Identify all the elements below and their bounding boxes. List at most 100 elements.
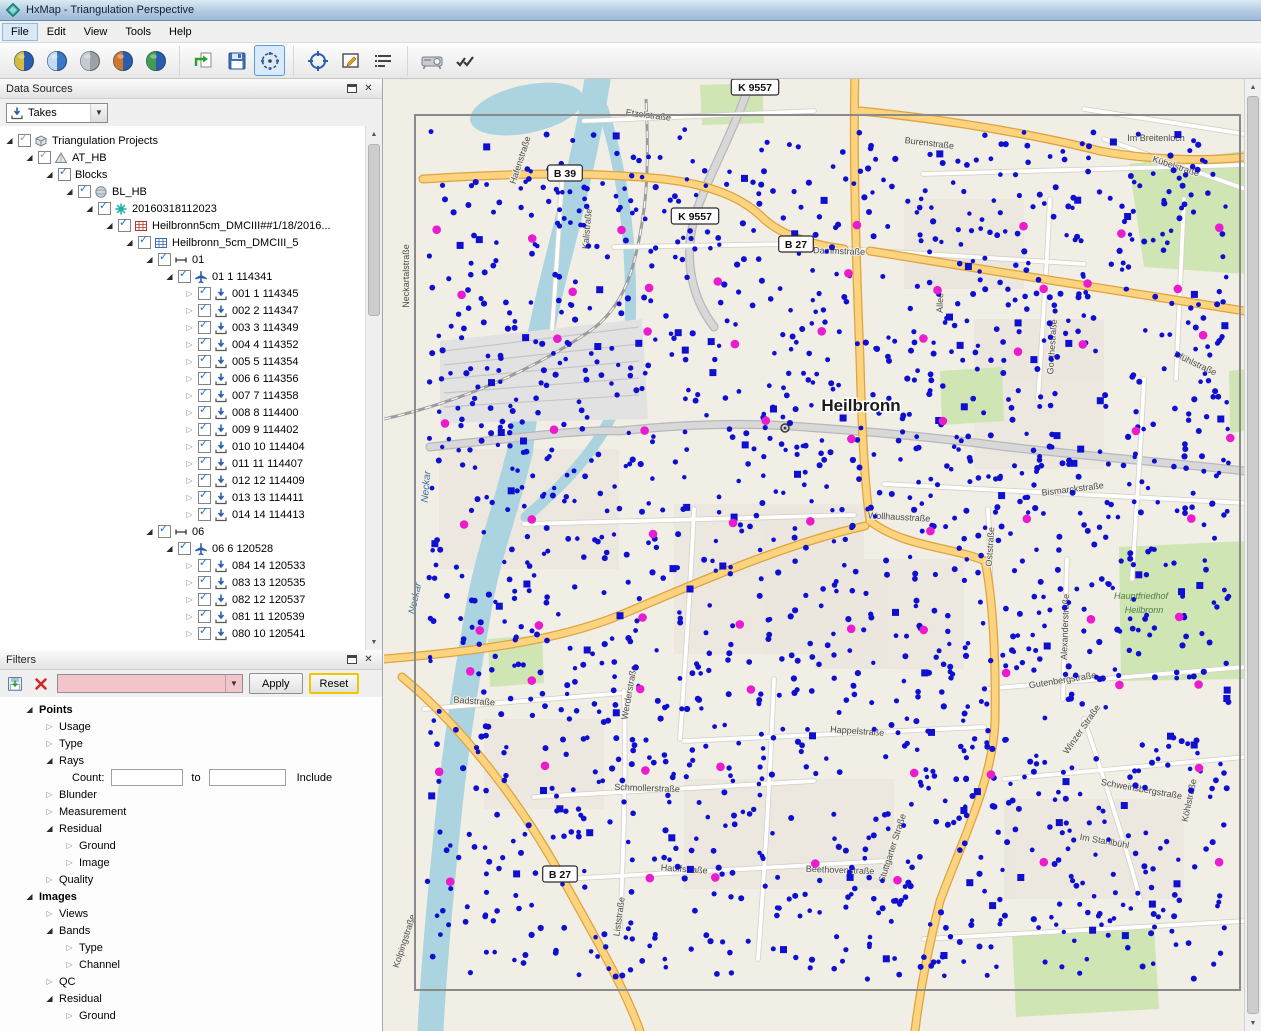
expand-arrow-icon[interactable]: ▷ — [44, 718, 55, 735]
filter-input[interactable] — [60, 676, 224, 691]
expand-arrow-icon[interactable]: ▷ — [184, 319, 195, 336]
expand-arrow-icon[interactable]: ◢ — [44, 820, 55, 837]
expand-arrow-icon[interactable]: ◢ — [164, 268, 175, 285]
expand-arrow-icon[interactable]: ▷ — [184, 336, 195, 353]
tree-item-06[interactable]: ◢✓06 — [0, 523, 365, 540]
expand-arrow-icon[interactable]: ▷ — [64, 939, 75, 956]
tree-item-010-10-114404[interactable]: ▷✓010 10 114404 — [0, 438, 365, 455]
tree-item-06-6-120528[interactable]: ◢✓06 6 120528 — [0, 540, 365, 557]
tree-item-heilbronn-5cm-dmciii-5[interactable]: ◢✓Heilbronn_5cm_DMCIII_5 — [0, 234, 365, 251]
expand-arrow-icon[interactable]: ◢ — [144, 251, 155, 268]
filter-item-images[interactable]: ◢Images — [0, 888, 382, 905]
tree-checkbox[interactable]: ✓ — [198, 627, 211, 640]
expand-arrow-icon[interactable]: ▷ — [184, 557, 195, 574]
expand-arrow-icon[interactable]: ◢ — [164, 540, 175, 557]
takes-combobox[interactable]: Takes ▼ — [6, 103, 108, 123]
expand-arrow-icon[interactable]: ▷ — [184, 285, 195, 302]
scroll-thumb[interactable] — [368, 144, 380, 316]
tree-item-007-7-114358[interactable]: ▷✓007 7 114358 — [0, 387, 365, 404]
globe-terrain-button[interactable] — [74, 45, 105, 76]
tree-item-20160318112023[interactable]: ◢✓20160318112023 — [0, 200, 365, 217]
close-panel-icon[interactable]: ✕ — [361, 652, 376, 667]
tree-item-bl-hb[interactable]: ◢✓BL_HB — [0, 183, 365, 200]
expand-arrow-icon[interactable]: ◢ — [44, 752, 55, 769]
tree-item-002-2-114347[interactable]: ▷✓002 2 114347 — [0, 302, 365, 319]
globe-imagery-button[interactable] — [41, 45, 72, 76]
close-panel-icon[interactable]: ✕ — [361, 81, 376, 96]
tree-checkbox[interactable]: ✓ — [198, 593, 211, 606]
tree-checkbox[interactable]: ✓ — [198, 440, 211, 453]
filter-item-points[interactable]: ◢Points — [0, 701, 382, 718]
menu-item-tools[interactable]: Tools — [116, 23, 160, 41]
tree-checkbox[interactable]: ✓ — [98, 202, 111, 215]
expand-arrow-icon[interactable]: ◢ — [24, 888, 35, 905]
tree-item-008-8-114400[interactable]: ▷✓008 8 114400 — [0, 404, 365, 421]
filter-item-qc[interactable]: ▷QC — [0, 973, 382, 990]
expand-arrow-icon[interactable]: ◢ — [104, 217, 115, 234]
tree-item-013-13-114411[interactable]: ▷✓013 13 114411 — [0, 489, 365, 506]
float-panel-icon[interactable] — [344, 81, 359, 96]
map-canvas[interactable]: NeckartalstraßeHafenstraßeKalistraßeEtze… — [384, 79, 1245, 1031]
filter-item-ground[interactable]: ▷Ground — [0, 1007, 382, 1024]
tree-checkbox[interactable]: ✓ — [158, 525, 171, 538]
filter-item-quality[interactable]: ▷Quality — [0, 871, 382, 888]
tree-checkbox[interactable]: ✓ — [78, 185, 91, 198]
apply-button[interactable]: Apply — [249, 673, 303, 694]
float-panel-icon[interactable] — [344, 652, 359, 667]
count-to-input[interactable] — [209, 769, 286, 786]
tree-item-004-4-114352[interactable]: ▷✓004 4 114352 — [0, 336, 365, 353]
tree-item-083-13-120535[interactable]: ▷✓083 13 120535 — [0, 574, 365, 591]
expand-arrow-icon[interactable]: ▷ — [64, 1007, 75, 1024]
tree-checkbox[interactable]: ✓ — [198, 304, 211, 317]
tree-checkbox[interactable]: ✓ — [198, 576, 211, 589]
expand-arrow-icon[interactable]: ▷ — [64, 837, 75, 854]
save-button[interactable] — [221, 45, 252, 76]
expand-arrow-icon[interactable]: ▷ — [184, 625, 195, 642]
tree-checkbox[interactable]: ✓ — [158, 253, 171, 266]
expand-arrow-icon[interactable]: ▷ — [44, 905, 55, 922]
tree-checkbox[interactable]: ✓ — [198, 457, 211, 470]
tree-checkbox[interactable]: ✓ — [198, 287, 211, 300]
tree-item-014-14-114413[interactable]: ▷✓014 14 114413 — [0, 506, 365, 523]
expand-arrow-icon[interactable]: ◢ — [44, 990, 55, 1007]
tree-item-081-11-120539[interactable]: ▷✓081 11 120539 — [0, 608, 365, 625]
tree-item-080-10-120541[interactable]: ▷✓080 10 120541 — [0, 625, 365, 642]
expand-arrow-icon[interactable]: ▷ — [184, 591, 195, 608]
tree-checkbox[interactable]: ✓ — [198, 321, 211, 334]
expand-arrow-icon[interactable]: ▷ — [64, 854, 75, 871]
tree-item-003-3-114349[interactable]: ▷✓003 3 114349 — [0, 319, 365, 336]
tree-checkbox[interactable]: ✓ — [18, 134, 31, 147]
expand-arrow-icon[interactable]: ▷ — [184, 353, 195, 370]
scroll-thumb[interactable] — [1247, 96, 1259, 1014]
tree-checkbox[interactable]: ✓ — [198, 559, 211, 572]
target-button[interactable] — [302, 45, 333, 76]
tree-item-heilbronn5cm-dmciii-1-18-2016[interactable]: ◢✓Heilbronn5cm_DMCIII##1/18/2016... — [0, 217, 365, 234]
expand-arrow-icon[interactable]: ▷ — [184, 387, 195, 404]
menu-item-edit[interactable]: Edit — [38, 23, 75, 41]
filter-item-views[interactable]: ▷Views — [0, 905, 382, 922]
tree-checkbox[interactable]: ✓ — [198, 372, 211, 385]
expand-arrow-icon[interactable]: ▷ — [44, 735, 55, 752]
clear-filter-button[interactable] — [31, 674, 51, 694]
filter-item-ground[interactable]: ▷Ground — [0, 837, 382, 854]
map-scrollbar[interactable]: ▲ ▼ — [1244, 79, 1261, 1031]
expand-arrow-icon[interactable]: ▷ — [184, 421, 195, 438]
scroll-up-icon[interactable]: ▲ — [366, 126, 382, 142]
expand-arrow-icon[interactable]: ◢ — [44, 166, 55, 183]
expand-arrow-icon[interactable]: ▷ — [184, 455, 195, 472]
tree-checkbox[interactable]: ✓ — [178, 270, 191, 283]
tree-item-082-12-120537[interactable]: ▷✓082 12 120537 — [0, 591, 365, 608]
tree-item-at-hb[interactable]: ◢✓AT_HB — [0, 149, 365, 166]
import-take-button[interactable] — [188, 45, 219, 76]
tree-checkbox[interactable]: ✓ — [198, 423, 211, 436]
tree-checkbox[interactable]: ✓ — [198, 491, 211, 504]
filter-item-residual[interactable]: ◢Residual — [0, 990, 382, 1007]
tree-checkbox[interactable]: ✓ — [198, 474, 211, 487]
tree-checkbox[interactable]: ✓ — [138, 236, 151, 249]
projector-button[interactable] — [416, 45, 447, 76]
tree-item-006-6-114356[interactable]: ▷✓006 6 114356 — [0, 370, 365, 387]
filter-item-type[interactable]: ▷Type — [0, 735, 382, 752]
scroll-down-icon[interactable]: ▼ — [1245, 1015, 1261, 1031]
tree-item-blocks[interactable]: ◢✓Blocks — [0, 166, 365, 183]
tree-checkbox[interactable]: ✓ — [198, 338, 211, 351]
